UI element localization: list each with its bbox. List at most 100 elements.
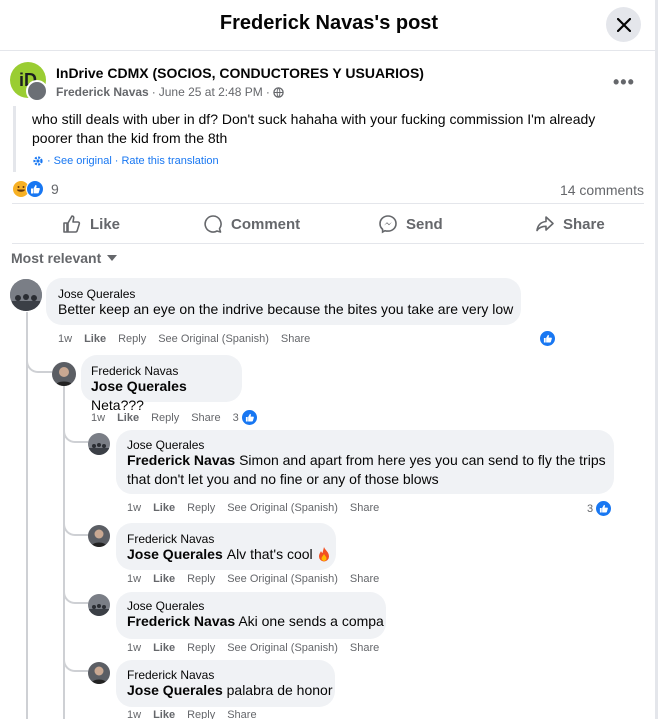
comment-reply-button[interactable]: Reply xyxy=(187,573,215,585)
thread-line xyxy=(26,312,28,719)
comment-actions: 1w Like Reply See Original (Spanish) Sha… xyxy=(127,642,391,654)
comment-actions: 1w Like Reply See Original (Spanish) Sha… xyxy=(127,502,391,514)
rate-translation-link[interactable]: Rate this translation xyxy=(121,155,218,167)
author-avatar[interactable] xyxy=(26,80,48,102)
group-name[interactable]: InDrive CDMX (SOCIOS, CONDUCTORES Y USUA… xyxy=(56,65,424,81)
comment-share-button[interactable]: Share xyxy=(191,412,220,424)
comment-like-button[interactable]: Like xyxy=(153,502,175,514)
avatar[interactable] xyxy=(10,279,42,311)
comment-like-button[interactable]: Like xyxy=(153,573,175,585)
like-button[interactable]: Like xyxy=(62,214,120,234)
see-original-link[interactable]: See original xyxy=(54,155,112,167)
like-reaction-icon xyxy=(26,180,44,198)
avatar[interactable] xyxy=(88,662,110,684)
commenter-name[interactable]: Jose Querales xyxy=(127,438,204,452)
comment-actions: 1w Like Reply See Original (Spanish) Sha… xyxy=(127,573,391,585)
comment-share-button[interactable]: Share xyxy=(227,709,256,719)
comment-time[interactable]: 1w xyxy=(127,709,141,719)
post-date[interactable]: June 25 at 2:48 PM xyxy=(159,85,263,99)
post-text: who still deals with uber in df? Don't s… xyxy=(32,111,596,146)
like-reaction-icon xyxy=(240,409,258,426)
share-icon xyxy=(536,216,554,232)
like-reaction-icon xyxy=(539,330,556,347)
avatar[interactable] xyxy=(88,594,110,616)
actions-top-divider xyxy=(12,203,644,204)
comment-reactions[interactable]: 3 xyxy=(587,500,624,517)
comment-actions: 1w Like Reply Share 3 xyxy=(91,409,270,426)
comment-time[interactable]: 1w xyxy=(58,333,72,345)
mention-link[interactable]: Frederick Navas xyxy=(127,613,235,629)
comment-filter-dropdown[interactable]: Most relevant xyxy=(11,250,118,266)
comment-bubble: Jose Querales Frederick Navas Simon and … xyxy=(116,430,614,494)
mention-link[interactable]: Jose Querales xyxy=(127,682,223,698)
comment-bubble: Frederick Navas Jose Querales palabra de… xyxy=(116,660,335,707)
commenter-name[interactable]: Jose Querales xyxy=(58,287,135,301)
thread-connector xyxy=(63,656,88,672)
comment-time[interactable]: 1w xyxy=(91,412,105,424)
thread-connector xyxy=(63,588,88,604)
commenter-name[interactable]: Frederick Navas xyxy=(127,532,214,546)
avatar[interactable] xyxy=(52,362,76,386)
comment-share-button[interactable]: Share xyxy=(350,502,379,514)
quote-bar xyxy=(13,106,16,172)
mention-link[interactable]: Jose Querales xyxy=(127,545,223,564)
comment-time[interactable]: 1w xyxy=(127,642,141,654)
mention-link[interactable]: Frederick Navas xyxy=(127,452,235,468)
comments-count[interactable]: 14 comments xyxy=(560,182,644,198)
translation-bar: · See original · Rate this translation xyxy=(32,155,219,167)
comment-actions: 1w Like Reply Share xyxy=(127,709,269,719)
comment-share-button[interactable]: Share xyxy=(281,333,310,345)
avatar[interactable] xyxy=(88,525,110,547)
comment-text: Jose Querales Alv that's cool xyxy=(127,545,331,564)
comment-like-button[interactable]: Like xyxy=(153,709,175,719)
see-original-button[interactable]: See Original (Spanish) xyxy=(227,642,338,654)
thread-connector xyxy=(26,355,52,373)
globe-icon xyxy=(273,86,284,98)
comment-reply-button[interactable]: Reply xyxy=(187,642,215,654)
comment-like-button[interactable]: Like xyxy=(117,412,139,424)
thread-connector xyxy=(63,520,88,536)
comment-actions: 1w Like Reply See Original (Spanish) Sha… xyxy=(58,333,322,345)
comment-text: Jose Querales palabra de honor xyxy=(127,682,333,698)
share-button[interactable]: Share xyxy=(535,214,605,234)
see-original-button[interactable]: See Original (Spanish) xyxy=(158,333,269,345)
more-options-icon[interactable]: ••• xyxy=(613,72,635,93)
see-original-button[interactable]: See Original (Spanish) xyxy=(227,573,338,585)
comment-reply-button[interactable]: Reply xyxy=(187,502,215,514)
comment-reply-button[interactable]: Reply xyxy=(118,333,146,345)
messenger-icon xyxy=(379,215,397,234)
close-button[interactable] xyxy=(606,7,641,42)
reactions-summary[interactable]: 9 xyxy=(12,180,59,198)
comment-like-button[interactable]: Like xyxy=(84,333,106,345)
actions-bottom-divider xyxy=(12,243,644,244)
comment-button[interactable]: Comment xyxy=(203,214,300,234)
reaction-count: 9 xyxy=(51,181,59,197)
avatar[interactable] xyxy=(88,433,110,455)
comment-like-button[interactable]: Like xyxy=(153,642,175,654)
comment-text: Better keep an eye on the indrive becaus… xyxy=(58,301,514,317)
comment-text: Frederick Navas Aki one sends a compa xyxy=(127,613,384,629)
commenter-name[interactable]: Jose Querales xyxy=(127,599,204,613)
commenter-name[interactable]: Frederick Navas xyxy=(127,668,214,682)
comment-share-button[interactable]: Share xyxy=(350,642,379,654)
comment-bubble: Frederick Navas Jose Querales Alv that's… xyxy=(116,523,336,570)
thumbs-up-icon xyxy=(63,215,81,233)
like-reaction-icon xyxy=(595,500,613,517)
comment-share-button[interactable]: Share xyxy=(350,573,379,585)
comment-bubble: Jose Querales Better keep an eye on the … xyxy=(46,278,521,325)
fire-emoji-icon xyxy=(318,546,329,561)
caret-down-icon xyxy=(107,255,118,261)
comment-time[interactable]: 1w xyxy=(127,573,141,585)
post-author[interactable]: Frederick Navas xyxy=(56,85,149,99)
mention-link[interactable]: Jose Querales xyxy=(91,378,187,394)
reaction-count[interactable]: 3 xyxy=(233,412,239,424)
comment-reply-button[interactable]: Reply xyxy=(151,412,179,424)
comment-icon xyxy=(204,215,222,233)
close-icon xyxy=(616,17,631,32)
commenter-name[interactable]: Frederick Navas xyxy=(91,364,178,378)
see-original-button[interactable]: See Original (Spanish) xyxy=(227,502,338,514)
send-button[interactable]: Send xyxy=(378,214,443,234)
comment-reply-button[interactable]: Reply xyxy=(187,709,215,719)
reaction-count: 3 xyxy=(587,502,594,515)
comment-time[interactable]: 1w xyxy=(127,502,141,514)
